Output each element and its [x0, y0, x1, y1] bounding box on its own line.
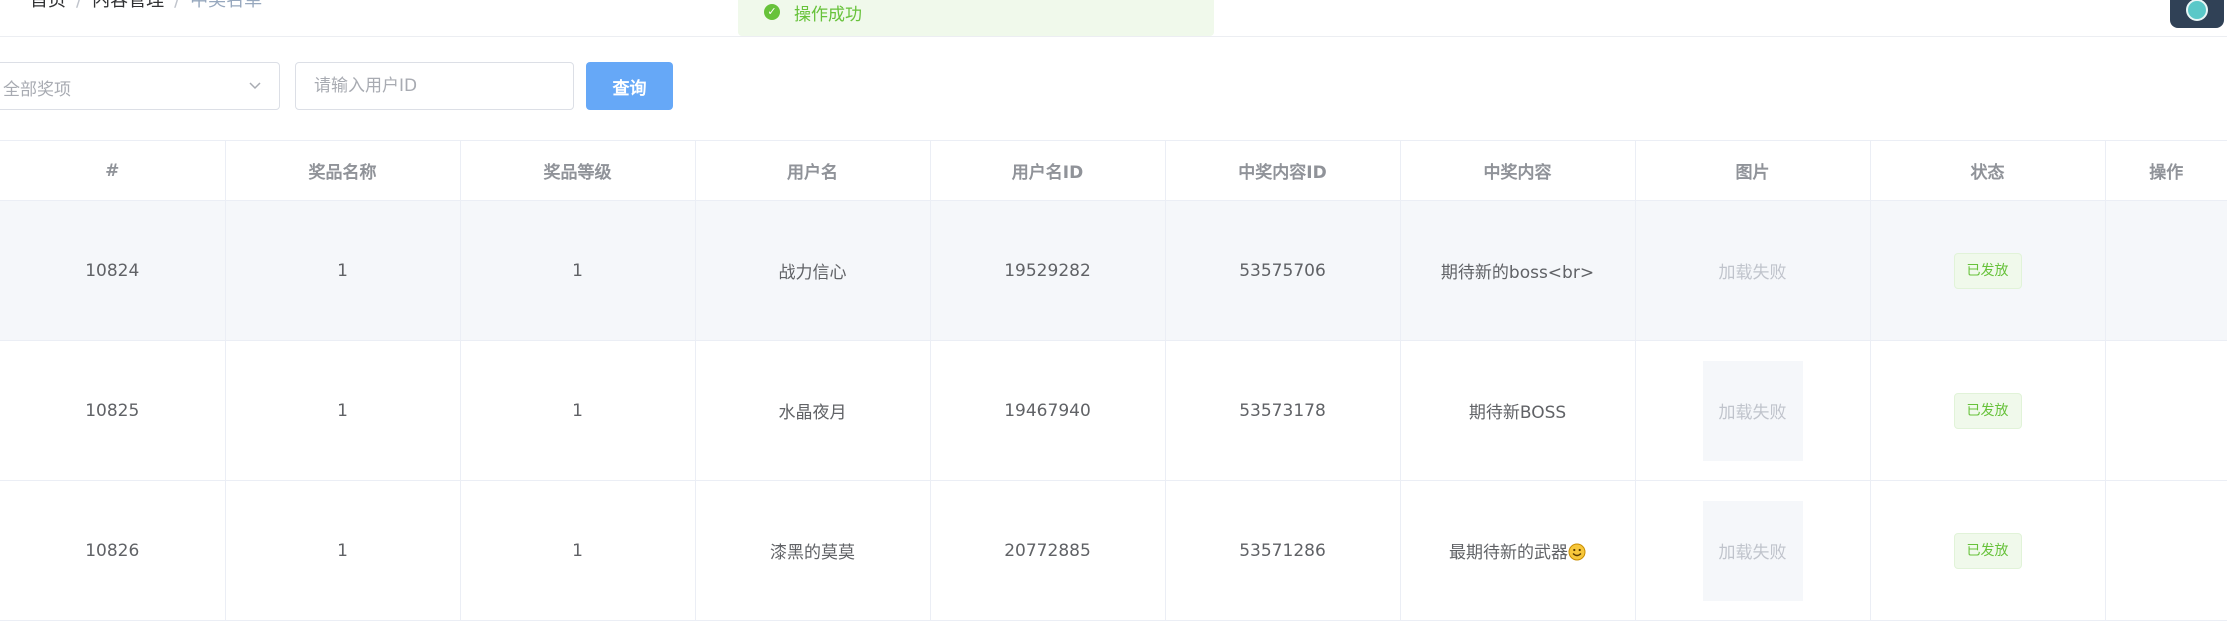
column-header-username: 用户名 — [695, 140, 931, 201]
cell-content-id: 53575706 — [1165, 200, 1401, 341]
user-id-input[interactable] — [295, 62, 574, 110]
image-placeholder[interactable]: 加载失败 — [1702, 500, 1803, 601]
cell-user-id: 19529282 — [930, 200, 1166, 341]
cell-username: 漆黑的莫莫 — [695, 480, 931, 621]
breadcrumb-content-management[interactable]: 内容管理 — [92, 0, 164, 11]
toast-message: 操作成功 — [794, 4, 862, 25]
success-toast: ✓ 操作成功 — [738, 0, 1214, 36]
column-header-prize-level: 奖品等级 — [460, 140, 696, 201]
cell-prize-name: 1 — [225, 480, 461, 621]
cell-content: 期待新BOSS — [1400, 340, 1636, 481]
settings-button[interactable] — [2170, 0, 2224, 28]
image-placeholder[interactable]: 加载失败 — [1702, 360, 1803, 461]
status-badge: 已发放 — [1953, 532, 2022, 569]
cell-prize-name: 1 — [225, 200, 461, 341]
column-header-index: # — [0, 140, 226, 201]
cell-user-id: 19467940 — [930, 340, 1166, 481]
table-row[interactable]: 10824 1 1 战力信心 19529282 53575706 期待新的bos… — [0, 200, 2227, 341]
cell-user-id: 20772885 — [930, 480, 1166, 621]
table-row[interactable]: 10826 1 1 漆黑的莫莫 20772885 53571286 最期待新的武… — [0, 480, 2227, 621]
prize-select-placeholder: 全部奖项 — [3, 80, 71, 100]
table-row[interactable]: 10825 1 1 水晶夜月 19467940 53573178 期待新BOSS… — [0, 340, 2227, 481]
check-circle-icon: ✓ — [764, 4, 780, 20]
cell-content: 期待新的boss<br> — [1400, 200, 1636, 341]
cell-content-id: 53573178 — [1165, 340, 1401, 481]
column-header-prize-name: 奖品名称 — [225, 140, 461, 201]
status-badge: 已发放 — [1953, 392, 2022, 429]
cell-index: 10825 — [0, 340, 226, 481]
query-button[interactable]: 查询 — [586, 62, 673, 110]
table-header-row: # 奖品名称 奖品等级 用户名 用户名ID 中奖内容ID 中奖内容 图片 状态 … — [0, 140, 2227, 201]
winners-table: # 奖品名称 奖品等级 用户名 用户名ID 中奖内容ID 中奖内容 图片 状态 … — [0, 140, 2227, 621]
cell-prize-level: 1 — [460, 340, 696, 481]
cell-actions — [2105, 200, 2227, 341]
cell-image: 加载失败 — [1635, 340, 1871, 481]
cell-status: 已发放 — [1870, 340, 2106, 481]
cell-content: 最期待新的武器 — [1400, 480, 1636, 621]
cell-image: 加载失败 — [1635, 480, 1871, 621]
column-header-actions: 操作 — [2105, 140, 2227, 201]
cell-content-id: 53571286 — [1165, 480, 1401, 621]
column-header-content: 中奖内容 — [1400, 140, 1636, 201]
breadcrumb-current: 中奖名单 — [190, 0, 263, 11]
cell-status: 已发放 — [1870, 200, 2106, 341]
column-header-status: 状态 — [1870, 140, 2106, 201]
cell-username: 水晶夜月 — [695, 340, 931, 481]
cell-actions — [2105, 480, 2227, 621]
cell-prize-level: 1 — [460, 200, 696, 341]
column-header-content-id: 中奖内容ID — [1165, 140, 1401, 201]
cell-actions — [2105, 340, 2227, 481]
cell-username: 战力信心 — [695, 200, 931, 341]
chevron-down-icon — [249, 82, 261, 90]
status-badge: 已发放 — [1953, 252, 2022, 289]
cell-index: 10826 — [0, 480, 226, 621]
cell-content-text: 最期待新的武器 — [1449, 543, 1568, 563]
gear-icon — [2186, 0, 2208, 21]
column-header-image: 图片 — [1635, 140, 1871, 201]
smiley-emoji-icon — [1568, 543, 1586, 561]
cell-status: 已发放 — [1870, 480, 2106, 621]
image-placeholder[interactable]: 加载失败 — [1702, 220, 1803, 321]
prize-select[interactable]: 全部奖项 — [0, 62, 280, 110]
cell-image: 加载失败 — [1635, 200, 1871, 341]
cell-index: 10824 — [0, 200, 226, 341]
cell-prize-level: 1 — [460, 480, 696, 621]
column-header-user-id: 用户名ID — [930, 140, 1166, 201]
cell-prize-name: 1 — [225, 340, 461, 481]
breadcrumb: 首页 / 内容管理 / 中奖名单 — [30, 0, 262, 13]
breadcrumb-separator: / — [174, 0, 181, 11]
breadcrumb-home[interactable]: 首页 — [30, 0, 66, 11]
breadcrumb-separator: / — [76, 0, 83, 11]
